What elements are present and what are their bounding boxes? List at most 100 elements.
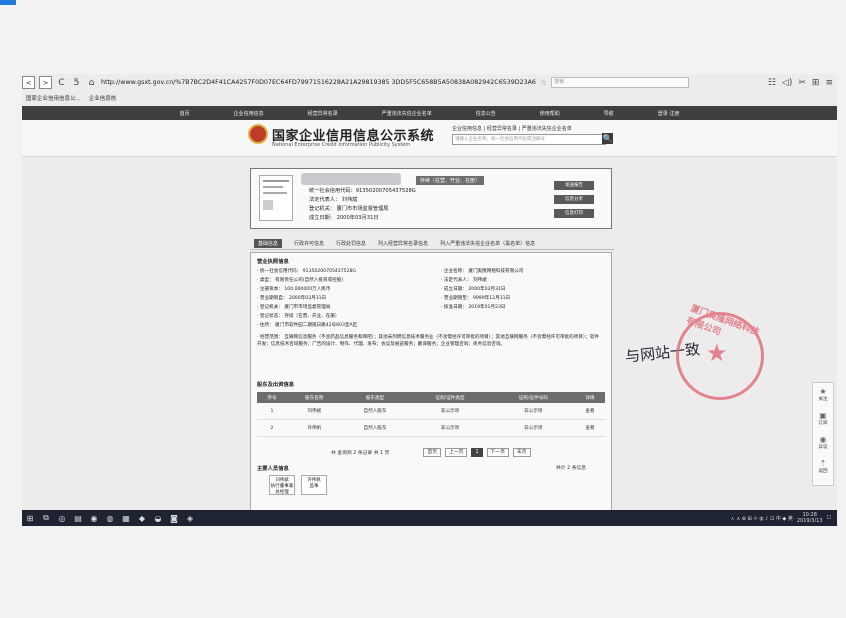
arrow-up-icon: ⇡ [819,459,827,468]
grid-icon[interactable]: ☷ [768,78,776,88]
app-icon[interactable]: ◍ [102,510,118,526]
nav-item-login[interactable]: 登录 注册 [658,110,680,117]
tab-penalty[interactable]: 行政处罚信息 [336,240,366,247]
field-type: · 类型： 有限责任公司(自然人投资或控股) [257,278,344,283]
field-address: · 住所： 厦门市软件园二期观日路42号603室A区 [257,323,358,328]
national-emblem-icon [248,124,268,144]
credit-code-line: 统一社会信用代码：91350200705437528G [309,188,416,194]
refresh-icon[interactable]: C [56,78,67,88]
table-cell: 非公示项 [491,419,575,437]
table-cell: 自然人股东 [341,419,409,437]
col-header: 股东类型 [341,392,409,403]
table-cell: 自然人股东 [341,403,409,420]
nav-item-abnormal[interactable]: 经营异常名录 [308,110,338,117]
last-page-button[interactable]: 末页 [512,448,531,457]
site-search-input[interactable]: 请输入企业名称、统一社会信用代码或注册号 [452,134,606,145]
back-button[interactable]: < [22,76,35,89]
section-title-managers: 主要人员信息 [257,466,289,472]
menu-icon[interactable]: ≡ [825,78,833,88]
app-icon[interactable]: ◎ [54,510,70,526]
favorite-item[interactable]: 企业信息核 [89,94,117,102]
section-title-shareholders: 股东及出资信息 [257,382,295,388]
tab-basic-info[interactable]: 基础信息 [254,239,283,248]
app-icon[interactable]: ◈ [182,510,198,526]
nav-item-blacklist[interactable]: 严重违法失信企业名单 [382,110,432,117]
url-field[interactable]: http://www.gsxt.gov.cn/%7B7BC2D4F41CA425… [101,79,536,86]
site-nav-bar: 首页 企业信用信息 经营异常名录 严重违法失信企业名单 信息公告 使用帮助 导航… [22,106,837,120]
company-card: 存续（在营、开业、在册） 统一社会信用代码：91350200705437528G… [250,168,612,229]
manager-card[interactable]: 刘伟斌 执行董事兼总经理 [269,475,295,495]
nav-item-home[interactable]: 首页 [180,110,190,117]
search-icon[interactable]: 🔍 [602,133,613,144]
company-seal: 厦门奥隆网络科技有限公司 ★ [676,304,764,400]
field-business-scope: · 经营范围： 互联网信息服务（不含药品信息服务和网吧）；其他未列明信息技术服务… [257,335,600,347]
window-icon[interactable]: ⊞ [812,78,820,88]
app-icon[interactable]: ◒ [150,510,166,526]
share-button[interactable]: 信息分享 [554,195,594,204]
field-authority: · 登记机关： 厦门市市场监督管理局 [257,305,331,310]
corner-mark [0,0,16,5]
speaker-icon[interactable]: ◁) [782,78,792,88]
table-header-row: 序号 股东名称 股东类型 证照/证件类型 证照/证件号码 详情 [257,392,605,403]
browser-search-input[interactable]: 搜索 [551,77,690,88]
manager-title: 监事 [309,484,319,489]
app-icon[interactable]: ◆ [134,510,150,526]
favorites-bar: 国家企业信用信息公... 企业信息核 [26,93,116,103]
search-tabs[interactable]: 企业信用信息 | 经营异常名录 | 严重违法失信企业名单 [452,125,572,132]
home-icon[interactable]: ⌂ [86,78,97,88]
monitor-screen: < > C 5 ⌂ http://www.gsxt.gov.cn/%7B7BC2… [22,74,837,526]
notification-icon[interactable]: ☐ [827,515,831,521]
taskbar-clock[interactable]: 10:28 2019/3/13 [797,512,823,524]
forward-button[interactable]: > [39,76,52,89]
tab-blacklist[interactable]: 列入严重违法失信企业名单（黑名单）信息 [440,240,535,247]
start-icon[interactable]: ⊞ [22,510,38,526]
nav-item-help[interactable]: 使用帮助 [540,110,560,117]
tab-abnormal[interactable]: 列入经营异常名录信息 [378,240,428,247]
tray-icons[interactable]: ㅅ ∧ ⊕ ⊞ ☼ ◍ ♪ ⊡ 中 ◆ 英 [730,515,793,522]
pagination: 共 查询到 2 条记录 共 1 页 首页 上一页 1 下一页 末页 [331,448,531,457]
nav-item-notice[interactable]: 信息公告 [476,110,496,117]
side-float-panel: ★ 关注 ▣ 订阅 ◉ 异议 ⇡ 返回 [812,382,834,486]
app-icon[interactable]: ◉ [86,510,102,526]
table-cell: 2 [257,419,287,437]
current-page-button[interactable]: 1 [471,448,483,457]
follow-button[interactable]: ★ 关注 [813,387,833,402]
table-cell: 1 [257,403,287,420]
favorite-item[interactable]: 国家企业信用信息公... [26,94,81,102]
detail-panel: 营业执照信息 · 统一社会信用代码： 91350200705437528G · … [250,252,612,512]
undo-icon[interactable]: 5 [71,78,82,88]
nav-item-guide[interactable]: 导航 [604,110,614,117]
manager-card[interactable]: 许伟帆 监事 [301,475,327,495]
established-line: 成立日期： 2000年03月31日 [309,215,379,221]
table-row: 1 刘伟斌 自然人股东 非公示项 非公示项 查看 [257,403,605,420]
send-report-button[interactable]: 发送报告 [554,181,594,190]
task-view-icon[interactable]: ⧉ [38,510,54,526]
prev-page-button[interactable]: 上一页 [445,448,468,457]
scissors-icon[interactable]: ✂ [798,78,806,88]
col-header: 详情 [574,392,605,403]
table-cell: 刘伟斌 [286,403,342,420]
print-button[interactable]: 信息打印 [554,209,594,218]
col-header: 股东名称 [286,392,342,403]
bookmark-star-icon[interactable]: ☆ [540,78,547,87]
objection-label: 异议 [818,445,828,450]
system-tray: ㅅ ∧ ⊕ ⊞ ☼ ◍ ♪ ⊡ 中 ◆ 英 10:28 2019/3/13 ☐ [730,512,837,524]
subscribe-button[interactable]: ▣ 订阅 [813,411,833,426]
section-title-license: 营业执照信息 [257,259,289,265]
tab-license[interactable]: 行政许可信息 [294,240,324,247]
next-page-button[interactable]: 下一页 [486,448,509,457]
back-top-button[interactable]: ⇡ 返回 [813,459,833,474]
table-cell: 非公示项 [491,403,575,420]
site-header: 国家企业信用信息公示系统 National Enterprise Credit … [22,120,837,157]
table-cell: 许伟帆 [286,419,342,437]
app-icon[interactable]: ▦ [118,510,134,526]
objection-button[interactable]: ◉ 异议 [813,435,833,450]
app-icon[interactable]: ◙ [166,510,182,526]
first-page-button[interactable]: 首页 [423,448,442,457]
nav-item-credit[interactable]: 企业信用信息 [234,110,264,117]
view-detail-link[interactable]: 查看 [574,403,605,420]
view-detail-link[interactable]: 查看 [574,419,605,437]
app-icon[interactable]: ▤ [70,510,86,526]
back-top-label: 返回 [818,469,828,474]
col-header: 证照/证件号码 [491,392,575,403]
